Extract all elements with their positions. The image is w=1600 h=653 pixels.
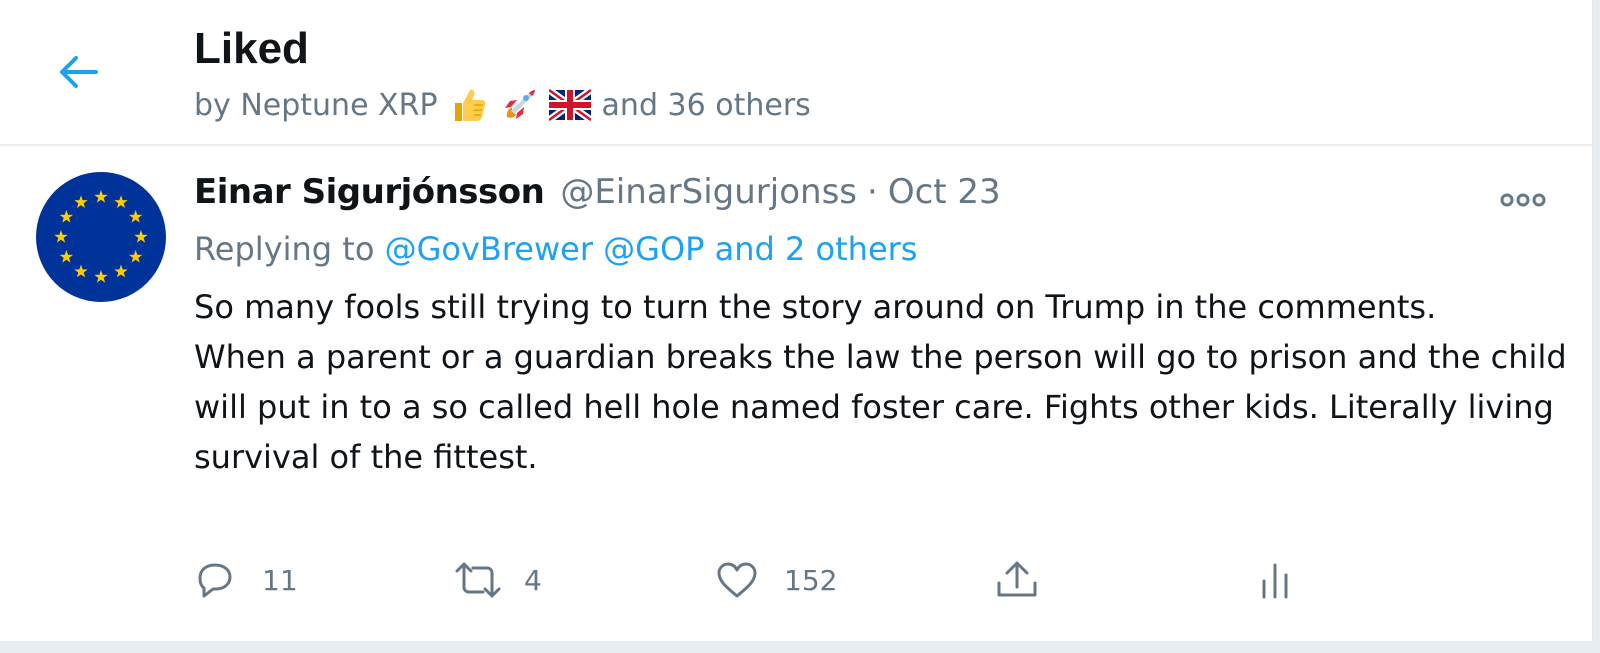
- tweet-date[interactable]: Oct 23: [888, 172, 1001, 212]
- eu-flag-avatar-icon: [36, 172, 166, 302]
- author-handle[interactable]: @EinarSigurjonss: [560, 172, 857, 212]
- rocket-icon: [499, 85, 539, 125]
- like-count: 152: [784, 563, 838, 597]
- more-options-button[interactable]: [1496, 188, 1550, 212]
- thumbs-up-icon: [449, 85, 489, 125]
- reply-count: 11: [262, 563, 298, 597]
- share-icon: [997, 561, 1037, 597]
- tweet[interactable]: Einar Sigurjónsson @EinarSigurjonss · Oc…: [0, 146, 1592, 641]
- liked-by-prefix: by Neptune XRP: [194, 87, 438, 123]
- heart-icon: [717, 562, 757, 598]
- reply-icon: [198, 563, 232, 598]
- avatar[interactable]: [36, 172, 166, 302]
- liked-by-others[interactable]: and 36 others: [602, 88, 811, 123]
- liked-panel: Liked by Neptune XRP and 36 others Einar…: [0, 0, 1593, 641]
- page-title: Liked: [194, 24, 309, 73]
- more-icon: [1500, 193, 1546, 207]
- retweet-count: 4: [524, 563, 542, 597]
- page-header: Liked by Neptune XRP and 36 others: [0, 0, 1592, 146]
- back-button[interactable]: [50, 48, 106, 96]
- tweet-text-paragraph-2: When a parent or a guardian breaks the l…: [194, 338, 1567, 476]
- analytics-button[interactable]: [1252, 552, 1298, 608]
- liked-by-line[interactable]: by Neptune XRP and 36 others: [194, 85, 811, 125]
- replying-to-label: Replying to: [194, 230, 375, 268]
- uk-flag-icon: [548, 88, 591, 122]
- back-arrow-icon: [60, 56, 98, 88]
- tweet-actions: 11 4 152: [0, 552, 1592, 608]
- author-name[interactable]: Einar Sigurjónsson: [194, 172, 545, 212]
- tweet-text: So many fools still trying to turn the s…: [194, 282, 1574, 482]
- tweet-header: Einar Sigurjónsson @EinarSigurjonss · Oc…: [194, 172, 1001, 212]
- like-button[interactable]: 152: [714, 552, 837, 608]
- share-button[interactable]: [992, 552, 1042, 608]
- separator-dot: ·: [867, 172, 878, 212]
- replying-to-line: Replying to @GovBrewer @GOP and 2 others: [194, 230, 917, 268]
- replying-to-links[interactable]: @GovBrewer @GOP and 2 others: [385, 230, 918, 268]
- reply-button[interactable]: 11: [192, 552, 298, 608]
- retweet-icon: [455, 562, 501, 598]
- analytics-icon: [1262, 563, 1288, 599]
- tweet-text-paragraph-1: So many fools still trying to turn the s…: [194, 288, 1437, 326]
- retweet-button[interactable]: 4: [452, 552, 542, 608]
